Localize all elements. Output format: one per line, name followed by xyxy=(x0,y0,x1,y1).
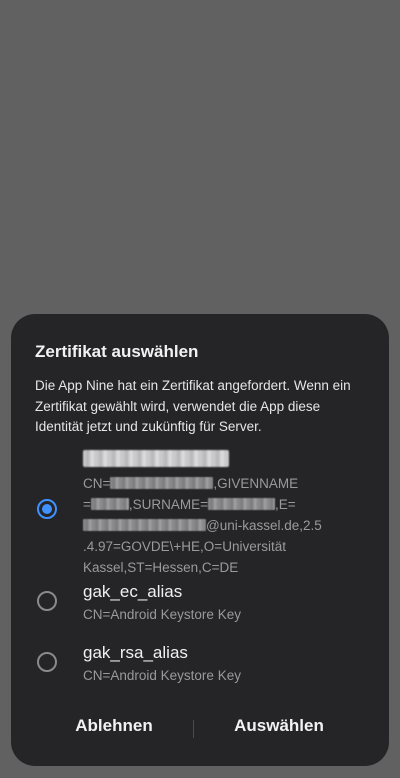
redacted-text xyxy=(110,477,214,489)
radio-button[interactable] xyxy=(37,652,57,672)
dialog-title: Zertifikat auswählen xyxy=(35,342,199,361)
subject-text: = xyxy=(83,497,91,512)
subject-text: CN= xyxy=(83,476,111,491)
select-button[interactable]: Auswählen xyxy=(217,716,341,736)
certificate-name-redacted xyxy=(83,450,229,467)
button-divider xyxy=(193,720,194,738)
dialog-buttons: Ablehnen Auswählen xyxy=(11,712,389,746)
radio-button[interactable] xyxy=(37,591,57,611)
subject-text: @uni-kassel.de,2.5 xyxy=(206,518,322,533)
subject-text: Kassel,ST=Hessen,C=DE xyxy=(83,560,239,575)
redacted-text xyxy=(90,498,129,510)
certificate-subject: CN=Android Keystore Key xyxy=(83,607,241,622)
certificate-name: gak_ec_alias xyxy=(83,582,183,601)
dialog-message: Die App Nine hat ein Zertifikat angeford… xyxy=(35,378,351,434)
redacted-text xyxy=(208,498,276,510)
certificate-subject: CN= ,GIVENNAME = ,SURNAME= ,E= @uni-kassel.… xyxy=(83,473,323,578)
radio-button-selected[interactable] xyxy=(37,499,57,519)
subject-text: .4.97=GOVDE\+HE,O=Universität xyxy=(83,539,286,554)
subject-text: ,E= xyxy=(275,497,296,512)
certificate-picker-dialog: Zertifikat auswählen Die App Nine hat ei… xyxy=(11,314,389,766)
decline-button[interactable]: Ablehnen xyxy=(55,716,173,736)
redacted-text xyxy=(83,519,206,531)
subject-text: ,SURNAME= xyxy=(128,497,209,512)
certificate-name: gak_rsa_alias xyxy=(83,643,188,662)
certificate-subject: CN=Android Keystore Key xyxy=(83,668,241,683)
subject-text: ,GIVENNAME xyxy=(213,476,299,491)
